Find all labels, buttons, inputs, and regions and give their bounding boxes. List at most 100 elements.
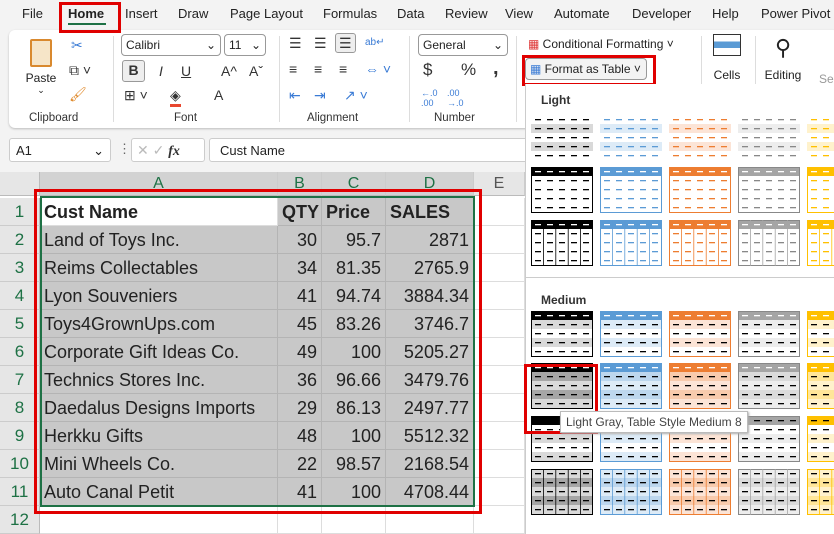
table-style-thumbnail[interactable] (600, 363, 662, 409)
fill-color-icon[interactable]: ◈ (170, 86, 181, 107)
alignment-group-label: Alignment (307, 112, 359, 124)
currency-button[interactable]: $ (423, 61, 432, 79)
align-middle-icon[interactable]: ☰ (314, 34, 327, 52)
paste-label: Paste (25, 71, 57, 85)
shrink-font-button[interactable]: Aˇ (249, 62, 263, 80)
table-style-thumbnail[interactable] (669, 167, 731, 213)
table-style-thumbnail[interactable] (738, 167, 800, 213)
number-format-select[interactable]: General ⌄ (418, 34, 508, 56)
tab-power-pivot[interactable]: Power Pivot (761, 6, 830, 21)
conditional-formatting-label: Conditional Formatting (542, 37, 664, 51)
tab-draw[interactable]: Draw (178, 6, 208, 21)
table-style-thumbnail[interactable] (807, 311, 834, 357)
tab-insert[interactable]: Insert (125, 6, 158, 21)
table-style-thumbnail[interactable] (807, 416, 834, 462)
table-style-thumbnail[interactable] (600, 311, 662, 357)
table-style-thumbnail[interactable] (600, 220, 662, 266)
increase-indent-icon[interactable]: ⇥ (314, 86, 326, 104)
tab-file[interactable]: File (22, 6, 43, 21)
table-style-thumbnail[interactable] (807, 363, 834, 409)
comma-button[interactable]: , (493, 58, 499, 78)
align-center-icon[interactable]: ≡ (314, 60, 322, 78)
formula-value: Cust Name (220, 143, 286, 158)
decrease-decimal-button[interactable]: .00 →.0 (447, 88, 464, 108)
align-bottom-icon[interactable]: ☰ (335, 33, 356, 53)
table-style-thumbnail[interactable] (531, 311, 593, 357)
table-style-thumbnail[interactable] (738, 311, 800, 357)
increase-decimal-button[interactable]: ←.0 .00 (421, 88, 438, 108)
font-color-button[interactable]: A (214, 86, 223, 104)
orientation-icon[interactable]: ↗ ˅ (344, 86, 368, 104)
font-name-select[interactable]: Calibri ⌄ (121, 34, 221, 56)
italic-button[interactable]: I (159, 62, 163, 80)
cells-label: Cells (713, 68, 741, 82)
tab-automate[interactable]: Automate (554, 6, 610, 21)
table-style-thumbnail[interactable] (738, 115, 800, 161)
more-icon[interactable]: ⋮ (118, 141, 131, 157)
cells-button[interactable]: Cells (709, 34, 745, 82)
tab-review[interactable]: Review (445, 6, 488, 21)
cells-icon (713, 34, 741, 56)
wrap-text-icon[interactable]: ab↵ (365, 34, 385, 52)
copy-icon[interactable]: ⧉ ˅ (69, 61, 91, 79)
enter-icon[interactable]: ✓ (153, 142, 165, 158)
table-style-thumbnail[interactable] (738, 363, 800, 409)
tab-page-layout[interactable]: Page Layout (230, 6, 303, 21)
insert-function-button[interactable]: fx (168, 144, 180, 159)
font-size-select[interactable]: 11 ⌄ (224, 34, 266, 56)
table-style-thumbnail[interactable] (531, 167, 593, 213)
highlight-table-range (34, 189, 482, 514)
table-style-thumbnail[interactable] (807, 469, 834, 515)
underline-button[interactable]: U (181, 62, 191, 80)
table-style-thumbnail[interactable] (600, 115, 662, 161)
align-top-icon[interactable]: ☰ (289, 34, 302, 52)
chevron-down-icon: ⌄ (205, 38, 216, 52)
table-style-thumbnail[interactable] (738, 469, 800, 515)
divider (701, 36, 702, 86)
conditional-formatting-button[interactable]: ▦ Conditional Formatting ˅ (528, 37, 674, 51)
style-tooltip: Light Gray, Table Style Medium 8 (560, 411, 748, 433)
table-style-thumbnail[interactable] (531, 115, 593, 161)
table-style-thumbnail[interactable] (669, 363, 731, 409)
table-style-thumbnail[interactable] (669, 311, 731, 357)
bold-button[interactable]: B (122, 60, 145, 82)
table-style-thumbnail[interactable] (669, 115, 731, 161)
highlight-home-tab (59, 2, 121, 33)
merge-center-icon[interactable]: ⇔ ˅ (365, 60, 391, 78)
table-style-thumbnail[interactable] (600, 167, 662, 213)
cancel-icon[interactable]: ✕ (137, 142, 149, 158)
name-box[interactable]: A1 ⌄ (9, 138, 111, 162)
decrease-indent-icon[interactable]: ⇤ (289, 86, 301, 104)
table-style-gallery: Light Medium (525, 84, 834, 534)
clipboard-icon (30, 39, 52, 67)
paste-button[interactable]: Paste ⌄ (23, 36, 59, 102)
divider (516, 36, 517, 122)
table-style-thumbnail[interactable] (669, 469, 731, 515)
borders-icon[interactable]: ⊞ ˅ (124, 86, 148, 104)
table-style-thumbnail[interactable] (807, 220, 834, 266)
tab-help[interactable]: Help (712, 6, 739, 21)
table-style-thumbnail[interactable] (531, 220, 593, 266)
formula-buttons: ✕ ✓ fx (131, 138, 205, 162)
tab-developer[interactable]: Developer (632, 6, 691, 21)
chevron-down-icon: ⌄ (492, 38, 503, 52)
table-style-thumbnail[interactable] (531, 469, 593, 515)
cut-icon[interactable]: ✂ (71, 36, 83, 54)
grow-font-button[interactable]: A^ (221, 62, 237, 80)
editing-button[interactable]: ⚲ Editing (761, 34, 805, 82)
tab-data[interactable]: Data (397, 6, 424, 21)
format-painter-icon[interactable]: 🖌 (69, 85, 87, 103)
name-box-value: A1 (16, 143, 32, 158)
chevron-down-icon: ⌄ (37, 85, 45, 95)
table-style-thumbnail[interactable] (669, 220, 731, 266)
number-group-label: Number (434, 112, 475, 124)
table-style-thumbnail[interactable] (807, 115, 834, 161)
align-left-icon[interactable]: ≡ (289, 60, 297, 78)
table-style-thumbnail[interactable] (738, 220, 800, 266)
table-style-thumbnail[interactable] (600, 469, 662, 515)
tab-view[interactable]: View (505, 6, 533, 21)
tab-formulas[interactable]: Formulas (323, 6, 377, 21)
table-style-thumbnail[interactable] (807, 167, 834, 213)
align-right-icon[interactable]: ≡ (339, 60, 347, 78)
percent-button[interactable]: % (461, 61, 476, 79)
